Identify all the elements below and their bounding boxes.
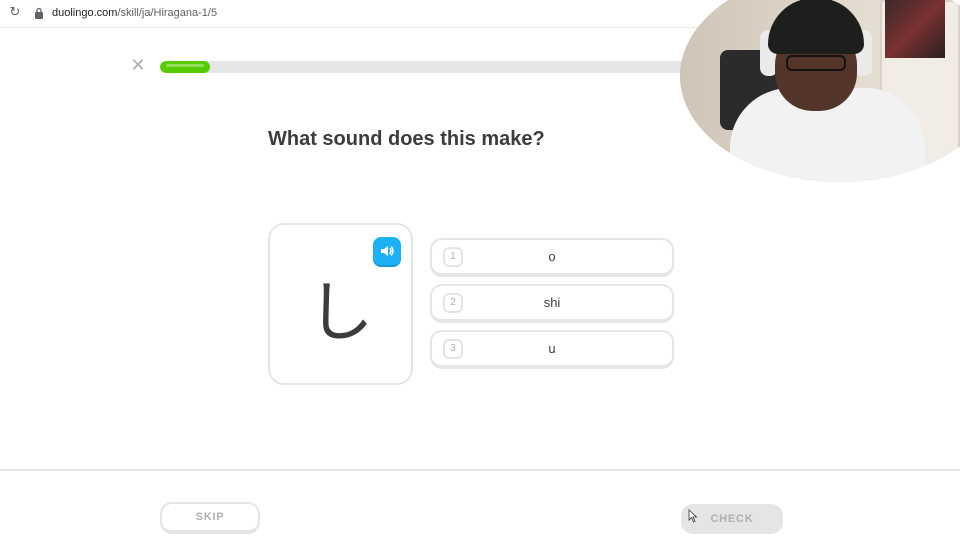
url-path: /skill/ja/Hiragana-1/5 — [117, 7, 218, 19]
close-icon[interactable]: ✕ — [129, 57, 147, 75]
answer-option-3[interactable]: 3 u — [430, 330, 674, 369]
webcam-person-glasses — [786, 55, 846, 71]
character-card: し — [268, 223, 413, 385]
cursor-icon — [688, 509, 698, 523]
answer-option-1[interactable]: 1 o — [430, 238, 674, 277]
reload-icon[interactable]: ↻ — [8, 6, 22, 20]
url-host: duolingo.com — [52, 7, 118, 19]
option-label: shi — [543, 295, 561, 310]
speaker-icon — [381, 246, 394, 256]
option-label: u — [548, 341, 556, 356]
answer-option-2[interactable]: 2 shi — [430, 284, 674, 323]
footer-divider — [0, 469, 960, 471]
lesson-progress-bar — [160, 61, 720, 73]
url-text[interactable]: duolingo.com/skill/ja/Hiragana-1/5 — [52, 7, 217, 19]
hiragana-character: し — [307, 274, 374, 351]
lesson-progress-fill — [160, 61, 211, 73]
question-prompt: What sound does this make? — [268, 128, 545, 150]
option-label: o — [548, 249, 556, 264]
webcam-overlay — [680, 0, 960, 182]
lock-icon — [35, 7, 43, 19]
skip-button[interactable]: SKIP — [160, 502, 260, 534]
webcam-poster — [885, 0, 945, 58]
